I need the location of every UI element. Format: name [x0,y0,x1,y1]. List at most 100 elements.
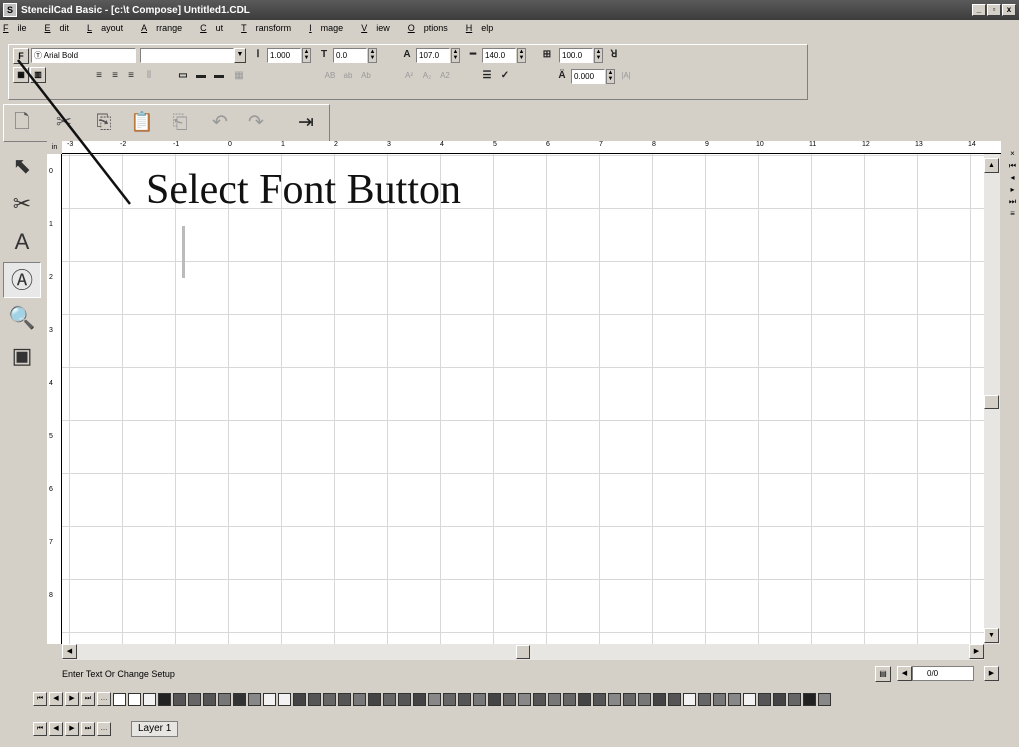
font-size-field[interactable] [140,48,234,63]
menu-file[interactable]: File [3,23,36,33]
text-height-spinner[interactable]: ▲ ▼ [451,48,460,63]
mirror-text-icon[interactable]: |A| [618,69,634,83]
color-swatch[interactable] [188,692,201,706]
exit-icon[interactable]: ⇥ [294,111,318,135]
justify-icon[interactable]: ⫴ [141,69,157,83]
color-swatch[interactable] [158,692,171,706]
palette-first-button[interactable]: ⏮ [33,692,47,706]
normal-script-icon[interactable]: A2 [437,69,453,83]
layer-more-button[interactable]: … [97,722,111,736]
scroll-up-button[interactable]: ▲ [984,158,999,173]
cut-plotter-icon[interactable]: ✂ [52,111,76,135]
color-swatch[interactable] [308,692,321,706]
menu-edit[interactable]: Edit [45,23,79,33]
color-swatch[interactable] [263,692,276,706]
color-swatch[interactable] [293,692,306,706]
scale-spinner[interactable]: ▲ ▼ [594,48,603,63]
palette-next-button[interactable]: ▶ [65,692,79,706]
color-swatch[interactable] [428,692,441,706]
frame-center-icon[interactable]: ▬ [193,69,209,83]
horizontal-scroll-thumb[interactable] [516,645,530,659]
color-swatch[interactable] [668,692,681,706]
color-swatch[interactable] [503,692,516,706]
superscript-icon[interactable]: A² [401,69,417,83]
color-swatch[interactable] [143,692,156,706]
frame-left-icon[interactable]: ▭ [175,69,191,83]
first-page-icon[interactable]: ⏮ [1006,160,1019,172]
font-dropdown-arrow[interactable]: ▼ [234,48,246,63]
undo-icon[interactable]: ↶ [208,111,232,135]
color-swatch[interactable] [278,692,291,706]
paste-icon[interactable]: 📋 [130,111,154,135]
color-swatch[interactable] [713,692,726,706]
select-font-button[interactable]: F [13,48,29,64]
color-swatch[interactable] [473,692,486,706]
color-swatch[interactable] [803,692,816,706]
new-document-icon[interactable]: 🗋 [10,111,34,135]
font-name-field[interactable]: Ⓣ Arial Bold [31,48,136,63]
paste-special-icon[interactable]: ⎗ [168,111,192,135]
prev-page-icon[interactable]: ◂ [1006,172,1019,184]
page-view-icon[interactable]: ▤ [875,666,891,682]
color-swatch[interactable] [578,692,591,706]
color-swatch[interactable] [368,692,381,706]
color-swatch[interactable] [338,692,351,706]
color-swatch[interactable] [248,692,261,706]
align-center-icon[interactable]: ≡ [107,69,123,83]
layer-tab[interactable]: Layer 1 [131,721,179,737]
color-swatch[interactable] [353,692,366,706]
menu-lines-icon[interactable]: ≡ [1006,208,1019,220]
vertical-scroll-thumb[interactable] [984,395,999,409]
copy-icon[interactable]: ⎘ [92,111,116,135]
color-swatch[interactable] [788,692,801,706]
vertical-scrollbar[interactable]: ▲ ▼ [984,154,1000,644]
palette-last-button[interactable]: ⏭ [81,692,95,706]
scroll-left-button[interactable]: ◀ [62,644,77,659]
last-page-icon[interactable]: ⏭ [1006,196,1019,208]
angle-spinner[interactable]: ▲ ▼ [606,69,615,84]
page-prev-button[interactable]: ◀ [897,666,912,681]
menu-arrange[interactable]: Arrange [141,23,191,33]
menu-cut[interactable]: Cut [200,23,232,33]
layer-first-button[interactable]: ⏮ [33,722,47,736]
horizontal-scrollbar[interactable]: ◀ ▶ [62,644,984,660]
drawing-canvas[interactable] [62,154,984,644]
color-swatch[interactable] [638,692,651,706]
color-swatch[interactable] [383,692,396,706]
menu-layout[interactable]: Layout [87,23,132,33]
line-spacing-field[interactable]: 1.000 [267,48,301,63]
scroll-down-button[interactable]: ▼ [984,628,999,643]
app-icon[interactable]: S [3,3,17,17]
knife-tool-icon[interactable]: ✂ [3,186,41,222]
color-swatch[interactable] [653,692,666,706]
frame-fill-icon[interactable]: ▦ [231,69,247,83]
menu-image[interactable]: Image [309,23,352,33]
color-swatch[interactable] [233,692,246,706]
scale-field[interactable]: 100.0 [559,48,593,63]
uppercase-icon[interactable]: AB [322,69,338,83]
color-swatch[interactable] [398,692,411,706]
color-swatch[interactable] [743,692,756,706]
text-frame-button[interactable]: ▥ [30,67,46,83]
spellcheck-icon[interactable]: ✓ [497,69,513,83]
color-swatch[interactable] [563,692,576,706]
color-swatch[interactable] [593,692,606,706]
color-swatch[interactable] [533,692,546,706]
color-swatch[interactable] [173,692,186,706]
redo-icon[interactable]: ↷ [244,111,268,135]
text-width-field[interactable]: 140.0 [482,48,516,63]
text-style-button[interactable]: ▦ [13,67,29,83]
angle-field[interactable]: 0.000 [571,69,605,84]
page-next-button[interactable]: ▶ [984,666,999,681]
text-height-field[interactable]: 107.0 [416,48,450,63]
color-swatch[interactable] [548,692,561,706]
layer-last-button[interactable]: ⏭ [81,722,95,736]
color-swatch[interactable] [623,692,636,706]
titlecase-icon[interactable]: Ab [358,69,374,83]
layer-prev-button[interactable]: ◀ [49,722,63,736]
text-width-spinner[interactable]: ▲ ▼ [517,48,526,63]
color-swatch[interactable] [608,692,621,706]
line-spacing-spinner[interactable]: ▲ ▼ [302,48,311,63]
subscript-icon[interactable]: A₂ [419,69,435,83]
menu-help[interactable]: Help [466,23,503,33]
